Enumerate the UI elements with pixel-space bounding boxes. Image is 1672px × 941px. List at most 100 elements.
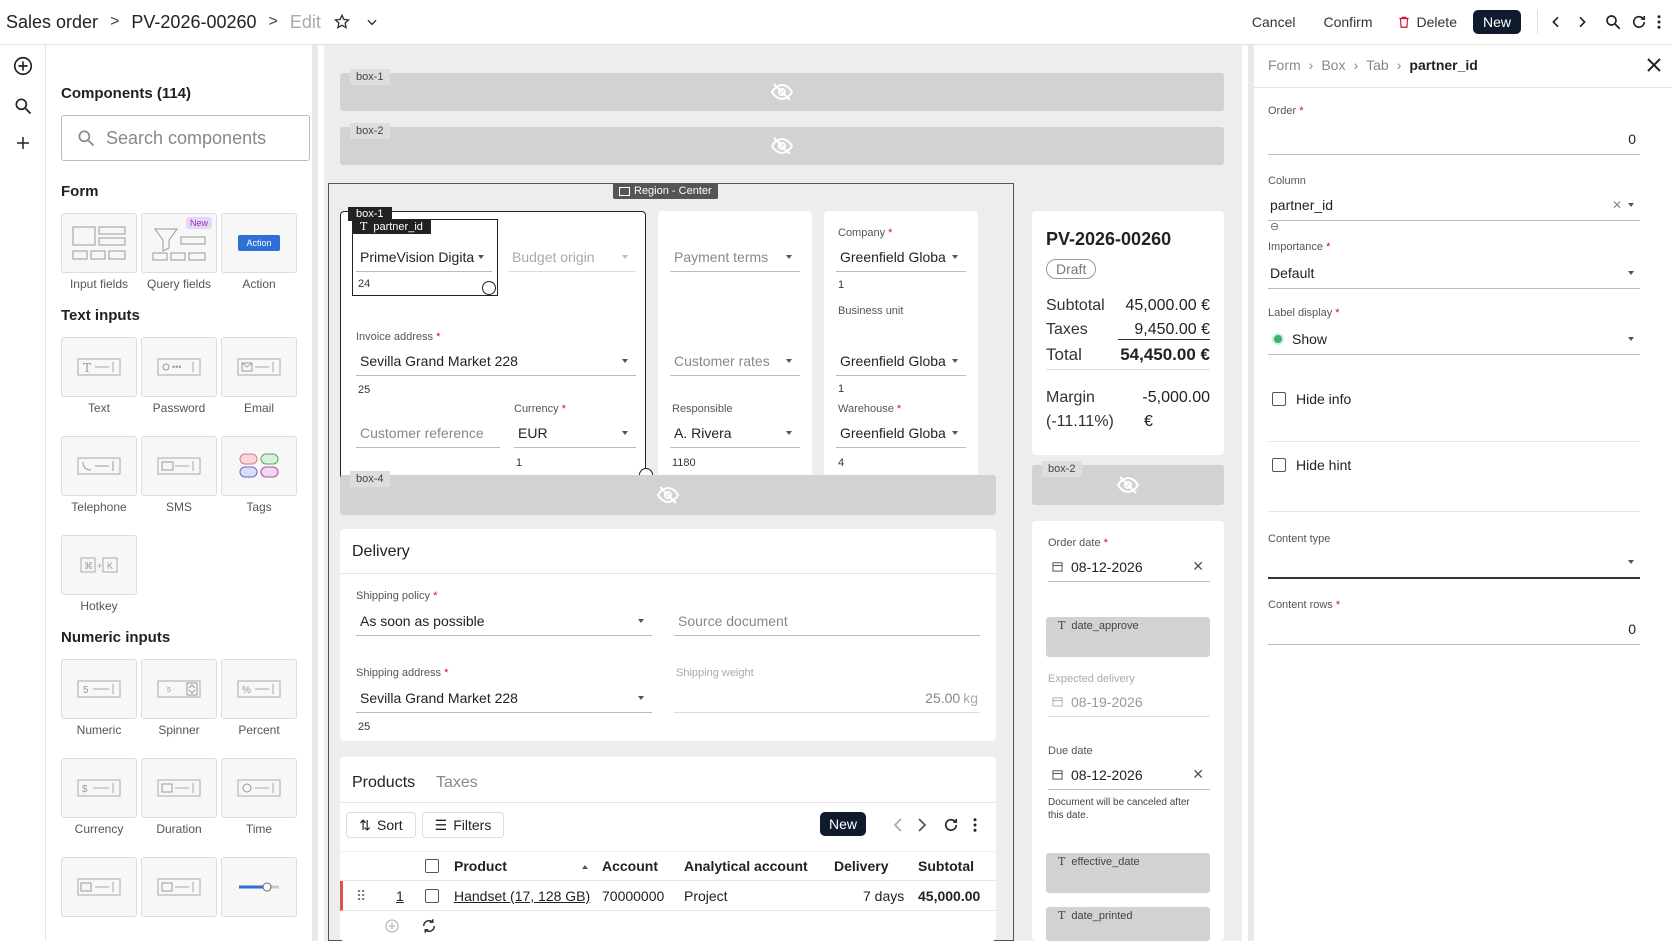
shipping-weight-label: Shipping weight — [676, 667, 754, 679]
shipping-weight-input[interactable]: 25.00 kg — [674, 683, 980, 713]
responsible-select[interactable]: A. Rivera — [670, 418, 800, 448]
hide-hint-checkbox[interactable]: Hide hint — [1272, 457, 1351, 473]
text-type-icon: T — [360, 220, 368, 233]
prev-record-icon[interactable] — [1548, 14, 1564, 30]
component-email[interactable]: Email — [221, 337, 297, 415]
col-subtotal[interactable]: Subtotal — [918, 858, 974, 874]
breadcrumb-record[interactable]: PV-2026-00260 — [131, 12, 256, 33]
hidden-field-effective-date[interactable]: Teffective_date — [1046, 853, 1210, 893]
resize-handle[interactable] — [482, 281, 496, 295]
hidden-box-1[interactable]: box-1 — [340, 69, 1224, 111]
company-select[interactable]: Greenfield Globa — [836, 242, 966, 272]
link-icon[interactable]: ⊖ — [1270, 220, 1279, 233]
add-line-button[interactable]: New — [820, 812, 867, 836]
content-type-select[interactable] — [1268, 547, 1640, 579]
plus-icon[interactable] — [12, 132, 34, 154]
component-percent[interactable]: % Percent — [221, 659, 297, 737]
sync-icon[interactable] — [420, 917, 438, 935]
star-icon[interactable] — [333, 13, 351, 31]
search-components-input[interactable]: Search components — [61, 115, 310, 161]
source-document-input[interactable]: Source document — [674, 606, 980, 636]
component-tags[interactable]: Tags — [221, 436, 297, 514]
component-storage[interactable] — [141, 857, 217, 917]
component-time[interactable]: Time — [221, 758, 297, 836]
component-action[interactable]: Action Action — [221, 213, 297, 291]
expected-delivery-input[interactable]: 08-19-2026 — [1048, 687, 1210, 717]
next-record-icon[interactable] — [1574, 14, 1590, 30]
component-slider[interactable] — [221, 857, 297, 917]
tab-taxes[interactable]: Taxes — [436, 774, 478, 792]
row-delivery[interactable]: 7 days — [863, 888, 904, 904]
chevron-down-icon[interactable] — [365, 15, 379, 29]
component-sms[interactable]: SMS — [141, 436, 217, 514]
row-analytical-account[interactable]: Project — [684, 888, 728, 904]
customer-rates-select[interactable]: Customer rates — [670, 346, 800, 376]
select-all-checkbox[interactable] — [425, 859, 439, 873]
refresh-icon[interactable] — [942, 816, 960, 834]
component-spinner[interactable]: 5 Spinner — [141, 659, 217, 737]
hide-info-checkbox[interactable]: Hide info — [1272, 391, 1351, 407]
component-query-fields[interactable]: New Query fields — [141, 213, 217, 291]
close-icon[interactable] — [1646, 57, 1662, 73]
hidden-field-date-approve[interactable]: Tdate_approve — [1046, 617, 1210, 657]
search-icon[interactable] — [1604, 13, 1622, 31]
hidden-box-4[interactable]: box-4 — [340, 471, 996, 515]
partner-select[interactable]: PrimeVision Digita — [356, 242, 492, 272]
add-row-icon[interactable] — [384, 918, 400, 934]
delete-button[interactable]: Delete — [1411, 10, 1467, 34]
cancel-button[interactable]: Cancel — [1242, 10, 1306, 34]
hidden-box-2-right[interactable]: box-2 — [1032, 461, 1224, 505]
row-number[interactable]: 1 — [396, 888, 404, 904]
component-currency[interactable]: $ Currency — [61, 758, 137, 836]
component-text[interactable]: T Text — [61, 337, 137, 415]
row-account[interactable]: 70000000 — [602, 888, 664, 904]
content-type-label: Content type — [1268, 533, 1331, 545]
confirm-button[interactable]: Confirm — [1314, 10, 1383, 34]
row-checkbox[interactable] — [425, 889, 439, 903]
col-delivery[interactable]: Delivery — [834, 858, 888, 874]
business-unit-select[interactable]: Greenfield Globa — [836, 346, 966, 376]
component-hotkey[interactable]: ⌘ + K Hotkey — [61, 535, 137, 613]
currency-select[interactable]: EUR — [514, 418, 636, 448]
payment-terms-select[interactable]: Payment terms — [670, 242, 800, 272]
drag-handle-icon[interactable]: ⠿ — [356, 888, 366, 905]
shipping-policy-select[interactable]: As soon as possible — [356, 606, 652, 636]
component-telephone[interactable]: Telephone — [61, 436, 137, 514]
prev-page-icon[interactable] — [892, 818, 904, 832]
customer-reference-input[interactable]: Customer reference — [356, 418, 500, 448]
col-analytical-account[interactable]: Analytical account — [684, 858, 808, 874]
invoice-address-select[interactable]: Sevilla Grand Market 228 — [356, 346, 636, 376]
component-input-fields[interactable]: Input fields — [61, 213, 137, 291]
component-duration[interactable]: Duration — [141, 758, 217, 836]
more-vertical-icon[interactable] — [1656, 13, 1662, 31]
budget-origin-select[interactable]: Budget origin — [508, 242, 636, 272]
row-subtotal[interactable]: 45,000.00 — [918, 888, 980, 904]
refresh-icon[interactable] — [1630, 13, 1648, 31]
importance-select[interactable]: Default — [1268, 257, 1640, 289]
row-product[interactable]: Handset (17, 128 GB) — [454, 888, 590, 904]
add-circle-icon[interactable] — [12, 55, 34, 77]
tab-products[interactable]: Products — [352, 774, 415, 792]
more-vertical-icon[interactable] — [972, 816, 978, 834]
order-date-input[interactable]: 08-12-2026 ✕ — [1048, 552, 1210, 582]
component-weight[interactable] — [61, 857, 137, 917]
warehouse-select[interactable]: Greenfield Globa — [836, 418, 966, 448]
component-password[interactable]: ••• Password — [141, 337, 217, 415]
col-account[interactable]: Account — [602, 858, 658, 874]
hidden-field-date-printed[interactable]: Tdate_printed — [1046, 907, 1210, 941]
component-numeric[interactable]: 5 Numeric — [61, 659, 137, 737]
filters-button[interactable]: ☰ Filters — [422, 812, 504, 838]
column-select[interactable]: partner_id ✕ — [1268, 189, 1640, 221]
hidden-box-2[interactable]: box-2 — [340, 123, 1224, 165]
new-button[interactable]: New — [1472, 10, 1521, 34]
next-page-icon[interactable] — [916, 818, 928, 832]
search-icon[interactable] — [12, 95, 34, 117]
order-input[interactable]: 0 — [1268, 123, 1640, 155]
label-display-select[interactable]: Show — [1268, 323, 1640, 355]
due-date-input[interactable]: 08-12-2026 ✕ — [1048, 760, 1210, 790]
content-rows-input[interactable]: 0 — [1268, 613, 1640, 645]
breadcrumb-sales-order[interactable]: Sales order — [6, 12, 98, 33]
sort-button[interactable]: ⇅ Sort — [346, 812, 416, 838]
shipping-address-select[interactable]: Sevilla Grand Market 228 — [356, 683, 652, 713]
col-product[interactable]: Product — [454, 858, 507, 874]
